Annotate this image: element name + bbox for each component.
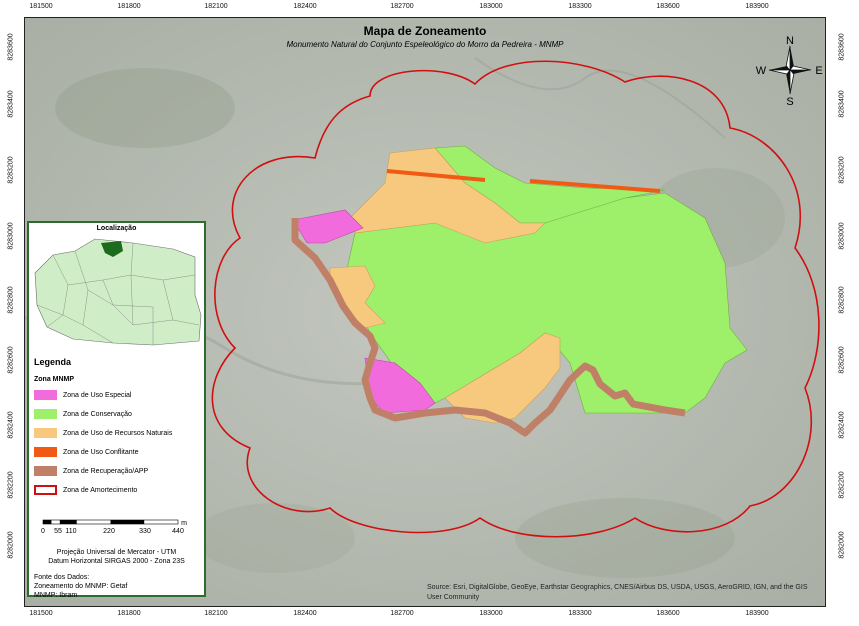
legend-item-recuperacao-app: Zona de Recuperação/APP	[34, 465, 148, 477]
coord-tick-bottom: 183000	[479, 610, 503, 617]
coord-tick-left: 8283600	[7, 33, 15, 61]
coord-tick-bottom: 181500	[29, 610, 53, 617]
basemap-attribution: Source: Esri, DigitalGlobe, GeoEye, Eart…	[427, 584, 808, 601]
coord-tick-top: 183300	[568, 3, 592, 10]
coord-tick-top: 183600	[656, 3, 680, 10]
sources-heading: Fonte dos Dados:	[34, 574, 90, 581]
coord-tick-right: 8283600	[838, 33, 846, 61]
scale-label: 0	[41, 528, 45, 535]
coord-tick-left: 8282800	[7, 286, 15, 314]
compass-rose-icon: N S E W	[756, 35, 823, 108]
coord-tick-bottom: 183900	[745, 610, 769, 617]
coord-tick-left: 8283000	[7, 222, 15, 250]
scale-unit: m	[181, 520, 187, 527]
coord-tick-right: 8282800	[838, 286, 846, 314]
coord-tick-right: 8282000	[838, 531, 846, 559]
coord-tick-left: 8282600	[7, 346, 15, 374]
legend-swatch	[34, 466, 57, 476]
legend-item-uso-conflitante: Zona de Uso Conflitante	[34, 446, 139, 458]
north-arrow: N S E W	[753, 34, 823, 108]
coord-tick-right: 8283400	[838, 90, 846, 118]
legend-swatch	[34, 428, 57, 438]
coord-tick-bottom: 183600	[656, 610, 680, 617]
scale-label: 330	[139, 528, 151, 535]
legend-swatch	[34, 390, 57, 400]
map-title: Mapa de Zoneamento	[363, 24, 487, 38]
compass-n: N	[786, 35, 794, 47]
legend-item-uso-especial: Zona de Uso Especial	[34, 389, 131, 401]
coord-tick-bottom: 183300	[568, 610, 592, 617]
legend-panel: Localização Legenda Zona MNMP Zona de Us…	[27, 221, 206, 600]
coord-tick-top: 181500	[29, 3, 53, 10]
scale-bar: 0 55 110 220 330 440m	[41, 519, 187, 535]
legend-title: Legenda	[34, 357, 72, 367]
coord-tick-left: 8282400	[7, 411, 15, 439]
legend-swatch	[34, 447, 57, 457]
coord-tick-right: 8282200	[838, 471, 846, 499]
coord-tick-left: 8282000	[7, 531, 15, 559]
coord-tick-bottom: 182400	[293, 610, 317, 617]
coord-tick-top: 182700	[390, 3, 414, 10]
scale-label: 220	[103, 528, 115, 535]
legend-swatch	[34, 485, 57, 495]
compass-w: W	[756, 65, 767, 77]
legend-item-recursos-naturais: Zona de Uso de Recursos Naturais	[34, 427, 172, 439]
coord-tick-top: 183900	[745, 3, 769, 10]
compass-s: S	[786, 96, 793, 106]
legend-item-amortecimento: Zona de Amortecimento	[34, 484, 137, 496]
legend-label: Zona de Amortecimento	[63, 486, 138, 494]
legend-label: Zona de Conservação	[63, 410, 132, 418]
coord-tick-bottom: 182700	[390, 610, 414, 617]
compass-e: E	[815, 65, 822, 77]
source-zoneamento: Zoneamento do MNMP: Getaf	[34, 583, 128, 590]
coord-tick-top: 183000	[479, 3, 503, 10]
coord-tick-right: 8283200	[838, 156, 846, 184]
legend-label: Zona de Uso Especial	[63, 391, 132, 399]
coord-tick-top: 181800	[117, 3, 141, 10]
map-frame[interactable]: Mapa de Zoneamento Monumento Natural do …	[24, 17, 826, 607]
coord-tick-left: 8283400	[7, 90, 15, 118]
scale-label: 440	[172, 528, 184, 535]
coord-tick-bottom: 181800	[117, 610, 141, 617]
legend-subtitle: Zona MNMP	[34, 376, 75, 383]
scale-label: 110	[65, 528, 76, 535]
coord-tick-left: 8283200	[7, 156, 15, 184]
source-mnmp: MNMP: Ibram	[34, 592, 78, 599]
map-subtitle: Monumento Natural do Conjunto Espeleológ…	[286, 40, 564, 49]
coord-tick-left: 8282200	[7, 471, 15, 499]
location-inset-map	[34, 238, 202, 346]
projection-info: Projeção Universal de Mercator - UTM Dat…	[29, 548, 204, 566]
coord-tick-bottom: 182100	[204, 610, 228, 617]
location-map-title: Localização	[96, 225, 137, 232]
data-sources: Fonte dos Dados: Zoneamento do MNMP: Get…	[34, 573, 127, 600]
legend-swatch	[34, 409, 57, 419]
coord-tick-top: 182400	[293, 3, 317, 10]
coord-tick-right: 8282600	[838, 346, 846, 374]
scale-label: 55	[54, 528, 62, 535]
coord-tick-right: 8283000	[838, 222, 846, 250]
map-title-block: Mapa de Zoneamento Monumento Natural do …	[25, 24, 825, 49]
coord-tick-top: 182100	[204, 3, 228, 10]
datum-line: Datum Horizontal SIRGAS 2000 - Zona 23S	[48, 558, 185, 565]
legend-label: Zona de Uso de Recursos Naturais	[63, 429, 173, 437]
projection-line: Projeção Universal de Mercator - UTM	[56, 549, 177, 556]
legend-label: Zona de Uso Conflitante	[63, 448, 139, 456]
legend-label: Zona de Recuperação/APP	[63, 467, 149, 475]
legend-item-conservacao: Zona de Conservação	[34, 408, 132, 420]
coord-tick-right: 8282400	[838, 411, 846, 439]
